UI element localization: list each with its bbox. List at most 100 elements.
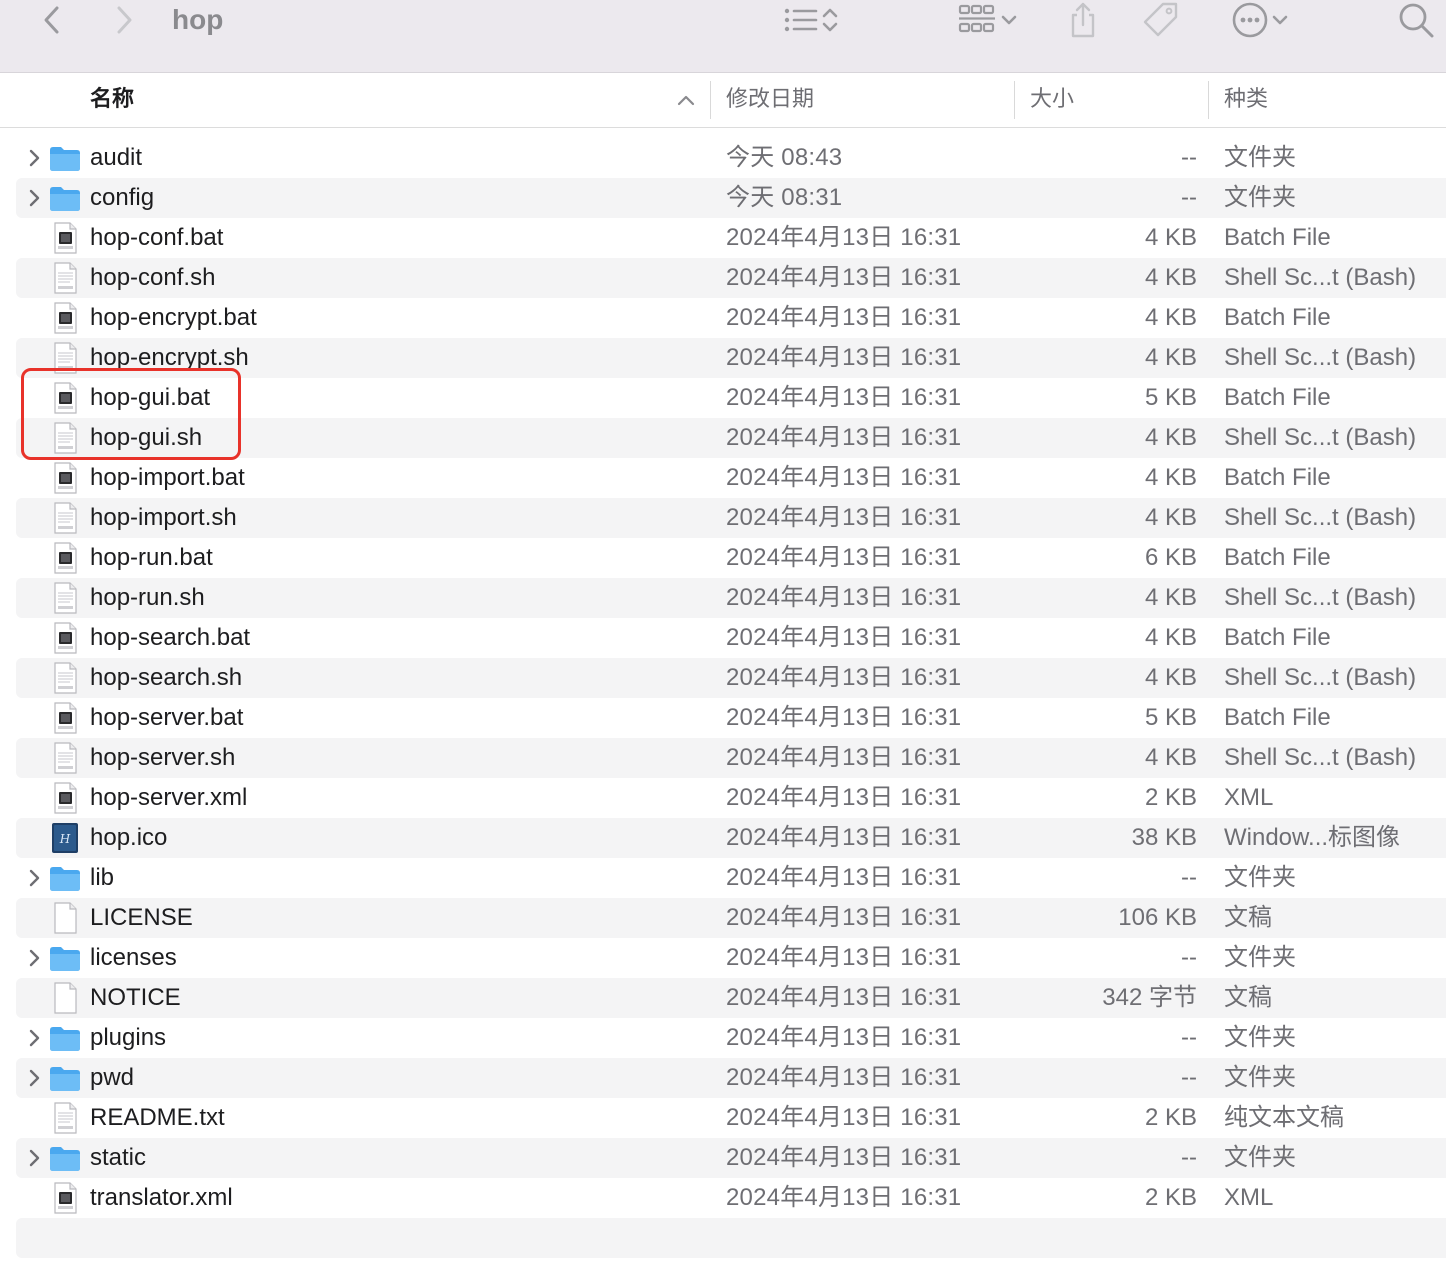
tag-button[interactable]	[1138, 0, 1184, 40]
disclosure-chevron-icon[interactable]	[26, 948, 42, 968]
folder-icon	[50, 187, 80, 211]
column-header-kind[interactable]: 种类	[1224, 73, 1268, 127]
folder-icon	[50, 1027, 80, 1051]
file-row[interactable]: pwd 2024年4月13日 16:31 -- 文件夹	[16, 1058, 1446, 1098]
file-row[interactable]: LICENSE 2024年4月13日 16:31 106 KB 文稿	[16, 898, 1446, 938]
chevron-left-icon	[44, 6, 59, 34]
group-button[interactable]	[948, 2, 1026, 38]
file-row[interactable]: lib 2024年4月13日 16:31 -- 文件夹	[16, 858, 1446, 898]
file-size: 4 KB	[1144, 264, 1197, 291]
file-kind: Batch File	[1224, 624, 1331, 651]
column-header-name[interactable]: 名称	[90, 73, 134, 127]
disclosure-chevron-icon[interactable]	[26, 188, 42, 208]
file-date: 2024年4月13日 16:31	[726, 904, 962, 931]
file-kind: 文件夹	[1224, 1144, 1296, 1171]
file-row[interactable]: plugins 2024年4月13日 16:31 -- 文件夹	[16, 1018, 1446, 1058]
file-size: --	[1181, 944, 1197, 971]
file-name: hop-import.bat	[90, 464, 245, 491]
file-kind: XML	[1224, 784, 1274, 811]
file-row[interactable]: licenses 2024年4月13日 16:31 -- 文件夹	[16, 938, 1446, 978]
file-kind: Shell Sc...t (Bash)	[1224, 584, 1417, 611]
file-row[interactable]: Hhop.ico 2024年4月13日 16:31 38 KB Window...标图…	[16, 818, 1446, 858]
share-button[interactable]	[1062, 0, 1104, 40]
more-actions-button[interactable]	[1222, 0, 1298, 40]
empty-row	[16, 1218, 1446, 1258]
file-row[interactable]: config 今天 08:31 -- 文件夹	[16, 178, 1446, 218]
sort-ascending-icon[interactable]	[676, 91, 696, 109]
file-size: 4 KB	[1144, 464, 1197, 491]
file-row[interactable]: hop-encrypt.sh 2024年4月13日 16:31 4 KB Shell …	[16, 338, 1446, 378]
file-row[interactable]: hop-conf.sh 2024年4月13日 16:31 4 KB Shell Sc.…	[16, 258, 1446, 298]
file-name: lib	[90, 864, 115, 891]
file-date: 2024年4月13日 16:31	[726, 784, 962, 811]
file-date: 2024年4月13日 16:31	[726, 584, 962, 611]
file-size: --	[1181, 144, 1197, 171]
file-date: 2024年4月13日 16:31	[726, 1064, 962, 1091]
file-name: NOTICE	[90, 984, 181, 1011]
file-row[interactable]: hop-gui.sh 2024年4月13日 16:31 4 KB Shell Sc..…	[16, 418, 1446, 458]
back-button[interactable]	[32, 2, 72, 38]
file-name: pwd	[90, 1064, 135, 1091]
file-row[interactable]: hop-import.sh 2024年4月13日 16:31 4 KB Shell S…	[16, 498, 1446, 538]
file-date: 2024年4月13日 16:31	[726, 1184, 962, 1211]
file-row[interactable]: hop-encrypt.bat 2024年4月13日 16:31 4 KB Batch…	[16, 298, 1446, 338]
search-button[interactable]	[1394, 0, 1438, 40]
sort-updown-icon	[822, 8, 838, 32]
file-date: 2024年4月13日 16:31	[726, 504, 962, 531]
file-row[interactable]: translator.xml 2024年4月13日 16:31 2 KB XML	[16, 1178, 1446, 1218]
file-size: 2 KB	[1144, 1184, 1197, 1211]
chevron-right-icon	[117, 6, 132, 34]
file-row[interactable]: hop-run.sh 2024年4月13日 16:31 4 KB Shell Sc..…	[16, 578, 1446, 618]
view-mode-button[interactable]	[770, 2, 850, 38]
file-row[interactable]: hop-conf.bat 2024年4月13日 16:31 4 KB Batch Fi…	[16, 218, 1446, 258]
file-name: hop-run.bat	[90, 544, 213, 571]
list-view-icon	[784, 8, 818, 32]
file-row[interactable]: hop-search.bat 2024年4月13日 16:31 4 KB Batch …	[16, 618, 1446, 658]
column-separator[interactable]	[1208, 81, 1209, 119]
file-row[interactable]: hop-server.xml 2024年4月13日 16:31 2 KB XML	[16, 778, 1446, 818]
file-size: 5 KB	[1144, 384, 1197, 411]
file-row[interactable]: hop-server.bat 2024年4月13日 16:31 5 KB Batch …	[16, 698, 1446, 738]
file-row[interactable]: README.txt 2024年4月13日 16:31 2 KB 纯文本文稿	[16, 1098, 1446, 1138]
column-separator[interactable]	[1014, 81, 1015, 119]
image-file-icon: H	[52, 823, 78, 853]
file-date: 2024年4月13日 16:31	[726, 464, 962, 491]
disclosure-chevron-icon[interactable]	[26, 1148, 42, 1168]
file-row[interactable]: static 2024年4月13日 16:31 -- 文件夹	[16, 1138, 1446, 1178]
column-header-size[interactable]: 大小	[1030, 73, 1074, 127]
file-row[interactable]: hop-search.sh 2024年4月13日 16:31 4 KB Shell S…	[16, 658, 1446, 698]
more-icon	[1232, 2, 1268, 38]
disclosure-chevron-icon[interactable]	[26, 868, 42, 888]
disclosure-chevron-icon[interactable]	[26, 1068, 42, 1088]
file-size: --	[1181, 1024, 1197, 1051]
file-size: 4 KB	[1144, 584, 1197, 611]
file-date: 2024年4月13日 16:31	[726, 704, 962, 731]
file-row[interactable]: hop-server.sh 2024年4月13日 16:31 4 KB Shell S…	[16, 738, 1446, 778]
file-row[interactable]: audit 今天 08:43 -- 文件夹	[16, 138, 1446, 178]
toolbar: hop	[0, 0, 1446, 73]
disclosure-chevron-icon[interactable]	[26, 148, 42, 168]
file-kind: 文件夹	[1224, 144, 1296, 171]
file-row[interactable]: hop-gui.bat 2024年4月13日 16:31 5 KB Batch Fil…	[16, 378, 1446, 418]
xml-file-icon	[54, 782, 77, 814]
batch-file-icon	[54, 702, 77, 734]
file-date: 2024年4月13日 16:31	[726, 1104, 962, 1131]
file-kind: Batch File	[1224, 704, 1331, 731]
file-row[interactable]: hop-run.bat 2024年4月13日 16:31 6 KB Batch Fil…	[16, 538, 1446, 578]
file-date: 2024年4月13日 16:31	[726, 824, 962, 851]
file-date: 2024年4月13日 16:31	[726, 984, 962, 1011]
file-row[interactable]: hop-import.bat 2024年4月13日 16:31 4 KB Batch …	[16, 458, 1446, 498]
column-separator[interactable]	[710, 81, 711, 119]
disclosure-chevron-icon[interactable]	[26, 1028, 42, 1048]
file-name: hop.ico	[90, 824, 168, 851]
file-name: hop-server.sh	[90, 744, 236, 771]
file-date: 2024年4月13日 16:31	[726, 864, 962, 891]
file-name: audit	[90, 144, 143, 171]
batch-file-icon	[54, 382, 77, 414]
shell-script-icon	[54, 262, 77, 294]
file-size: --	[1181, 184, 1197, 211]
forward-button[interactable]	[104, 2, 144, 38]
file-row[interactable]: NOTICE 2024年4月13日 16:31 342 字节 文稿	[16, 978, 1446, 1018]
file-size: 4 KB	[1144, 504, 1197, 531]
column-header-date[interactable]: 修改日期	[726, 73, 814, 127]
